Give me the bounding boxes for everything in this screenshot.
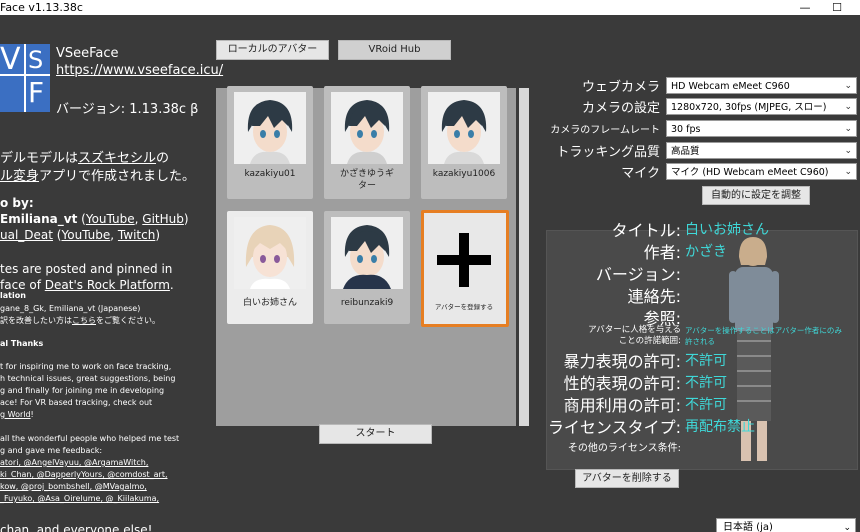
thanks-text: t for inspiring me to work on face track… (0, 362, 176, 419)
app-name: VSeeFace (56, 46, 119, 61)
testers-text: all the wonderful people who helped me t… (0, 434, 180, 503)
avatar-name: かざきゆうギター (339, 169, 394, 191)
deat-twitch-link[interactable]: Twitch (118, 228, 155, 242)
avatar-card-selected[interactable]: 白いお姉さん (227, 211, 313, 324)
camera-settings-select[interactable]: 1280x720, 30fps (MJPEG, スロー) ⌄ (666, 98, 857, 115)
avatar-thumbnail (234, 92, 306, 164)
sexual-label: 性的表現の許可: (563, 374, 681, 393)
webcam-label: ウェブカメラ (581, 80, 660, 95)
commercial-value: 不許可 (685, 397, 727, 413)
deats-rock-platform-link[interactable]: Deat's Rock Platform (45, 278, 170, 292)
avatar-name: kazakiyu01 (244, 169, 296, 179)
framerate-label: カメラのフレームレート (550, 125, 660, 136)
emiliana-github-link[interactable]: GitHub (142, 212, 184, 226)
author-label: 作者: (643, 243, 681, 262)
license-type-value: 再配布禁止 (685, 419, 755, 435)
chevron-down-icon: ⌄ (843, 523, 851, 532)
avatar-name: kazakiyu1006 (432, 169, 496, 179)
app-window: V S F VSeeFace https://www.vseeface.icu/… (0, 15, 860, 532)
title-value: 白いお姉さん (685, 222, 769, 238)
tab-vroid-hub[interactable]: VRoid Hub (338, 40, 451, 60)
avatar-card[interactable]: reibunzaki9 (324, 211, 410, 324)
avatar-thumbnail (331, 92, 403, 164)
avatar-thumbnail (234, 217, 306, 289)
chevron-down-icon: ⌄ (844, 146, 852, 156)
avatar-card[interactable]: かざきゆうギター (324, 86, 410, 199)
thanks-heading: al Thanks (0, 339, 44, 348)
violence-value: 不許可 (685, 353, 727, 369)
translation-link[interactable]: こちら (72, 316, 96, 325)
chevron-down-icon: ⌄ (844, 124, 852, 134)
persona-value: アバターを操作することはアバター作者にのみ 許される (685, 326, 842, 346)
translation-heading: lation (0, 291, 26, 300)
add-avatar-label: アバターを登録する (434, 303, 494, 311)
chevron-down-icon: ⌄ (844, 81, 852, 91)
deat-link[interactable]: ual_Deat (0, 228, 53, 242)
auto-adjust-button[interactable]: 自動的に設定を調整 (702, 186, 810, 205)
deat-youtube-link[interactable]: YouTube (61, 228, 110, 242)
emiliana-youtube-link[interactable]: YouTube (86, 212, 135, 226)
version-label: バージョン: (595, 265, 681, 284)
persona-label: アバターに人格を与える ことの許諾範囲: (588, 325, 681, 346)
chevron-down-icon: ⌄ (844, 102, 852, 112)
delete-avatar-button[interactable]: アバターを削除する (575, 469, 679, 488)
tab-local-avatars[interactable]: ローカルのアバター (216, 40, 329, 60)
title-bar: Face v1.13.38c — ☐ (0, 0, 860, 15)
violence-label: 暴力表現の許可: (563, 352, 681, 371)
author-value: かざき (685, 244, 727, 260)
mic-label: マイク (621, 166, 660, 181)
suzuki-cecil-link[interactable]: スズキセシル (78, 151, 156, 166)
model-credit-text: デルモデルはスズキセシルの ル変身アプリで作成されました。 (0, 151, 196, 184)
maximize-button[interactable]: ☐ (822, 0, 852, 15)
tracking-quality-label: トラッキング品質 (556, 145, 660, 160)
commercial-label: 商用利用の許可: (563, 396, 681, 415)
avatar-name: reibunzaki9 (340, 298, 394, 308)
avatar-thumbnail (331, 217, 403, 289)
avatar-name: 白いお姉さん (242, 298, 297, 308)
sexual-value: 不許可 (685, 375, 727, 391)
avatar-card[interactable]: kazakiyu1006 (421, 86, 507, 199)
contact-label: 連絡先: (627, 287, 681, 306)
title-label: タイトル: (611, 221, 681, 240)
vr-tracking-link[interactable]: g World (0, 410, 31, 419)
mic-select[interactable]: マイク (HD Webcam eMeet C960) ⌄ (666, 163, 857, 180)
everyone-text: chan, and everyone else! (0, 523, 153, 532)
version-text: バージョン: 1.13.38c β (56, 102, 199, 117)
framerate-select[interactable]: 30 fps ⌄ (666, 120, 857, 137)
vseeface-logo: V S F (0, 42, 50, 112)
tracking-quality-select[interactable]: 高品質 ⌄ (666, 142, 857, 159)
add-avatar-button[interactable]: アバターを登録する (421, 210, 509, 327)
credits: o by: Emiliana_vt (YouTube, GitHub) ual_… (0, 196, 189, 242)
license-type-label: ライセンスタイプ: (547, 418, 681, 437)
avatar-thumbnail (428, 92, 500, 164)
minimize-button[interactable]: — (790, 0, 820, 15)
updates-text: tes are posted and pinned in face of Dea… (0, 262, 174, 292)
webcam-select[interactable]: HD Webcam eMeet C960 ⌄ (666, 77, 857, 94)
henshin-link[interactable]: ル変身 (0, 169, 39, 184)
start-button[interactable]: スタート (319, 424, 432, 444)
website-link[interactable]: https://www.vseeface.icu/ (56, 63, 223, 78)
translation-text: gane_8_Gk, Emiliana_vt (Japanese) 訳を改善した… (0, 304, 160, 325)
camera-settings-label: カメラの設定 (581, 101, 660, 116)
language-select[interactable]: 日本語 (ja) ⌄ (716, 518, 856, 532)
other-license-label: その他のライセンス条件: (567, 443, 681, 454)
avatar-grid-scrollbar[interactable] (519, 88, 529, 426)
avatar-card[interactable]: kazakiyu01 (227, 86, 313, 199)
chevron-down-icon: ⌄ (844, 167, 852, 177)
window-title: Face v1.13.38c (0, 1, 83, 14)
